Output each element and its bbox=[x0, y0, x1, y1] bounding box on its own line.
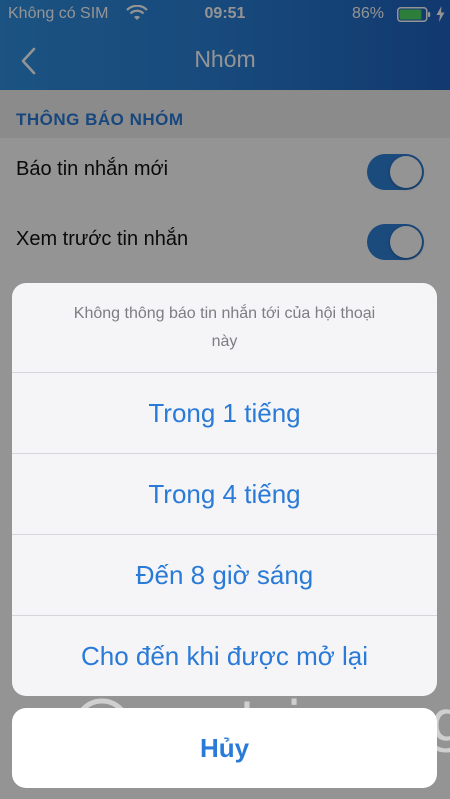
action-sheet-message: Không thông báo tin nhắn tới của hội tho… bbox=[12, 283, 437, 373]
mute-until-reopened-button[interactable]: Cho đến khi được mở lại bbox=[12, 616, 437, 696]
cancel-button[interactable]: Hủy bbox=[12, 708, 437, 788]
mute-1-hour-button[interactable]: Trong 1 tiếng bbox=[12, 373, 437, 454]
mute-action-sheet: Không thông báo tin nhắn tới của hội tho… bbox=[12, 283, 437, 696]
mute-4-hours-button[interactable]: Trong 4 tiếng bbox=[12, 454, 437, 535]
mute-until-8am-button[interactable]: Đến 8 giờ sáng bbox=[12, 535, 437, 616]
